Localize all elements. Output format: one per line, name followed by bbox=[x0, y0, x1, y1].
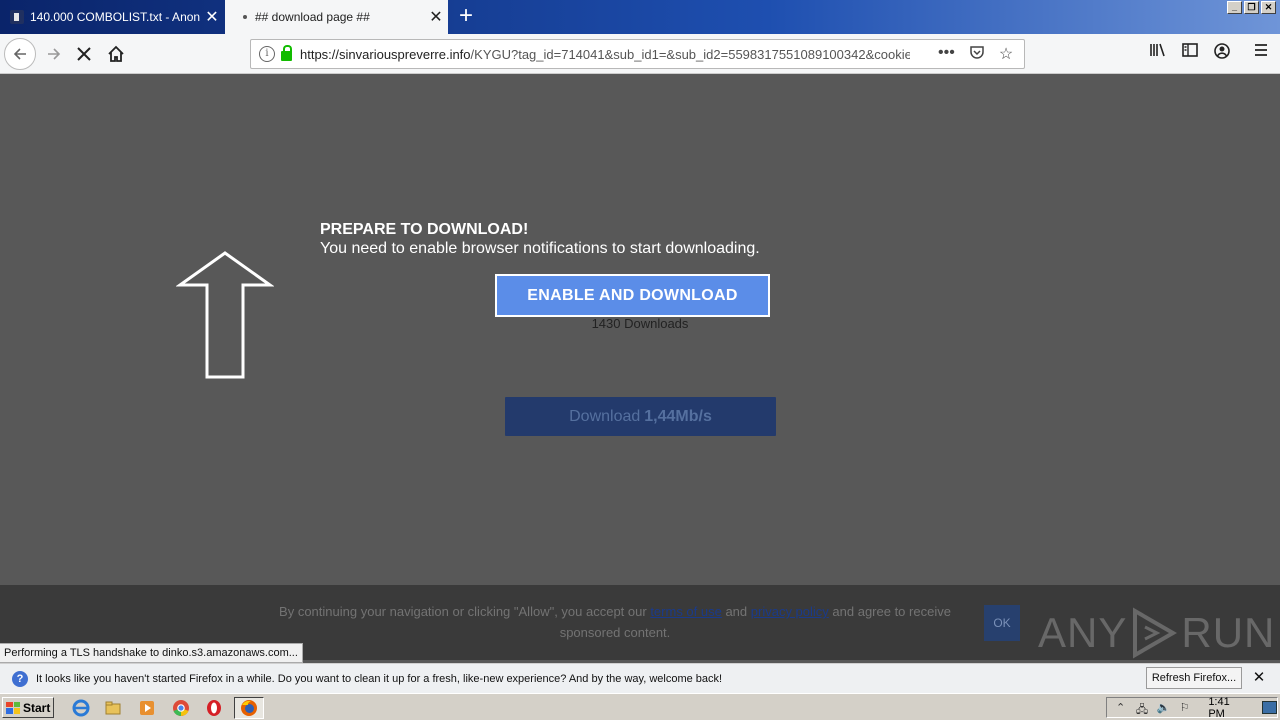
downloads-count: 1430 Downloads bbox=[591, 316, 689, 331]
secure-lock-icon[interactable] bbox=[281, 45, 292, 61]
loading-dot-icon bbox=[243, 15, 247, 19]
url-bar[interactable]: i https://sinvariouspreverre.info/KYGU?t… bbox=[250, 39, 1025, 69]
status-tooltip: Performing a TLS handshake to dinko.s3.a… bbox=[0, 643, 303, 663]
notification-text: It looks like you haven't started Firefo… bbox=[36, 672, 723, 685]
new-tab-button[interactable]: + bbox=[452, 2, 480, 30]
action-center-flag-icon[interactable]: ⚐ bbox=[1177, 701, 1192, 715]
privacy-policy-link[interactable]: privacy policy bbox=[751, 604, 829, 619]
window-controls: _ ❐ ✕ bbox=[1227, 1, 1276, 14]
question-icon: ? bbox=[12, 670, 28, 687]
folder-icon[interactable] bbox=[104, 699, 122, 717]
pocket-icon[interactable] bbox=[969, 44, 985, 65]
url-path: /KYGU?tag_id=714041&sub_id1=&sub_id2=559… bbox=[470, 46, 910, 62]
watermark-left: ANY bbox=[1038, 609, 1128, 656]
close-window-button[interactable]: ✕ bbox=[1261, 1, 1276, 14]
anyrun-watermark: ANY RUN bbox=[1038, 607, 1275, 659]
tab-title: 140.000 COMBOLIST.txt - AnonFi bbox=[30, 10, 200, 24]
tab-close-icon[interactable]: ✕ bbox=[200, 7, 224, 27]
home-button[interactable] bbox=[100, 38, 132, 70]
up-arrow-icon bbox=[176, 251, 274, 379]
site-info-icon[interactable]: i bbox=[259, 46, 275, 62]
minimize-button[interactable]: _ bbox=[1227, 1, 1242, 14]
page-content: PREPARE TO DOWNLOAD! You need to enable … bbox=[0, 75, 1280, 585]
tab-strip: 140.000 COMBOLIST.txt - AnonFi ✕ ## down… bbox=[0, 0, 1280, 34]
firefox-icon bbox=[241, 700, 257, 716]
start-button[interactable]: Start bbox=[2, 697, 54, 718]
page-actions-icon[interactable]: ••• bbox=[938, 44, 955, 65]
navigation-bar: i https://sinvariouspreverre.info/KYGU?t… bbox=[0, 34, 1280, 74]
notification-bar: ? It looks like you haven't started Fire… bbox=[0, 663, 1280, 693]
watermark-right: RUN bbox=[1181, 609, 1276, 656]
page-subheading: You need to enable browser notifications… bbox=[320, 240, 760, 257]
tab-close-icon[interactable]: ✕ bbox=[424, 7, 448, 27]
download-speed: 1,44Mb/s bbox=[644, 407, 712, 425]
page-heading: PREPARE TO DOWNLOAD! bbox=[320, 221, 529, 238]
show-desktop-icon[interactable] bbox=[1261, 701, 1277, 714]
chrome-icon[interactable] bbox=[172, 699, 190, 717]
system-tray: ⌃ 🖧 🔈 ⚐ 1:41 PM bbox=[1106, 695, 1278, 720]
start-label: Start bbox=[23, 700, 51, 715]
anonfile-favicon-icon bbox=[10, 10, 24, 24]
terms-of-use-link[interactable]: terms of use bbox=[650, 604, 722, 619]
url-text[interactable]: https://sinvariouspreverre.info/KYGU?tag… bbox=[300, 47, 910, 62]
arrow-right-icon bbox=[48, 48, 61, 60]
tab-combolist[interactable]: 140.000 COMBOLIST.txt - AnonFi ✕ bbox=[0, 0, 224, 34]
opera-icon[interactable] bbox=[205, 699, 223, 717]
bookmark-star-icon[interactable]: ☆ bbox=[999, 44, 1013, 65]
tab-download-page[interactable]: ## download page ## ✕ bbox=[225, 0, 448, 34]
download-speed-button[interactable]: Download 1,44Mb/s bbox=[505, 397, 776, 436]
arrow-left-icon bbox=[13, 48, 26, 60]
windows-logo-icon bbox=[6, 701, 20, 714]
consent-text: By continuing your navigation or clickin… bbox=[270, 601, 960, 643]
taskbar: Start ⌃ 🖧 🔈 ⚐ 1:41 PM bbox=[0, 693, 1280, 720]
restore-button[interactable]: ❐ bbox=[1244, 1, 1259, 14]
library-icon[interactable] bbox=[1146, 42, 1170, 63]
ie-icon[interactable] bbox=[72, 699, 90, 717]
tab-title: ## download page ## bbox=[255, 10, 370, 24]
sidebar-icon[interactable] bbox=[1178, 42, 1202, 63]
enable-and-download-button[interactable]: ENABLE AND DOWNLOAD bbox=[495, 274, 770, 317]
account-icon[interactable] bbox=[1210, 42, 1234, 65]
network-icon[interactable]: 🖧 bbox=[1134, 701, 1149, 716]
home-icon bbox=[108, 45, 124, 62]
firefox-taskbar-button[interactable] bbox=[234, 697, 264, 719]
consent-text-part: and bbox=[721, 604, 751, 619]
menu-hamburger-icon[interactable] bbox=[1249, 42, 1273, 63]
tray-expand-icon[interactable]: ⌃ bbox=[1113, 701, 1128, 715]
refresh-firefox-button[interactable]: Refresh Firefox... bbox=[1146, 667, 1242, 689]
consent-text-part: By continuing your navigation or clickin… bbox=[279, 604, 651, 619]
stop-button[interactable] bbox=[68, 38, 100, 70]
volume-icon[interactable]: 🔈 bbox=[1156, 701, 1171, 715]
url-host: https://sinvariouspreverre.info bbox=[300, 46, 471, 62]
stop-x-icon bbox=[77, 47, 91, 61]
forward-button[interactable] bbox=[38, 38, 70, 70]
clock: 1:41 PM bbox=[1208, 695, 1230, 720]
play-logo-icon bbox=[1133, 607, 1178, 659]
download-label: Download bbox=[569, 407, 641, 425]
back-button[interactable] bbox=[4, 38, 36, 70]
close-notification-icon[interactable]: ✕ bbox=[1250, 668, 1268, 688]
consent-ok-button[interactable]: OK bbox=[984, 605, 1020, 641]
media-player-icon[interactable] bbox=[138, 699, 156, 717]
url-actions: ••• ☆ bbox=[938, 44, 1013, 65]
